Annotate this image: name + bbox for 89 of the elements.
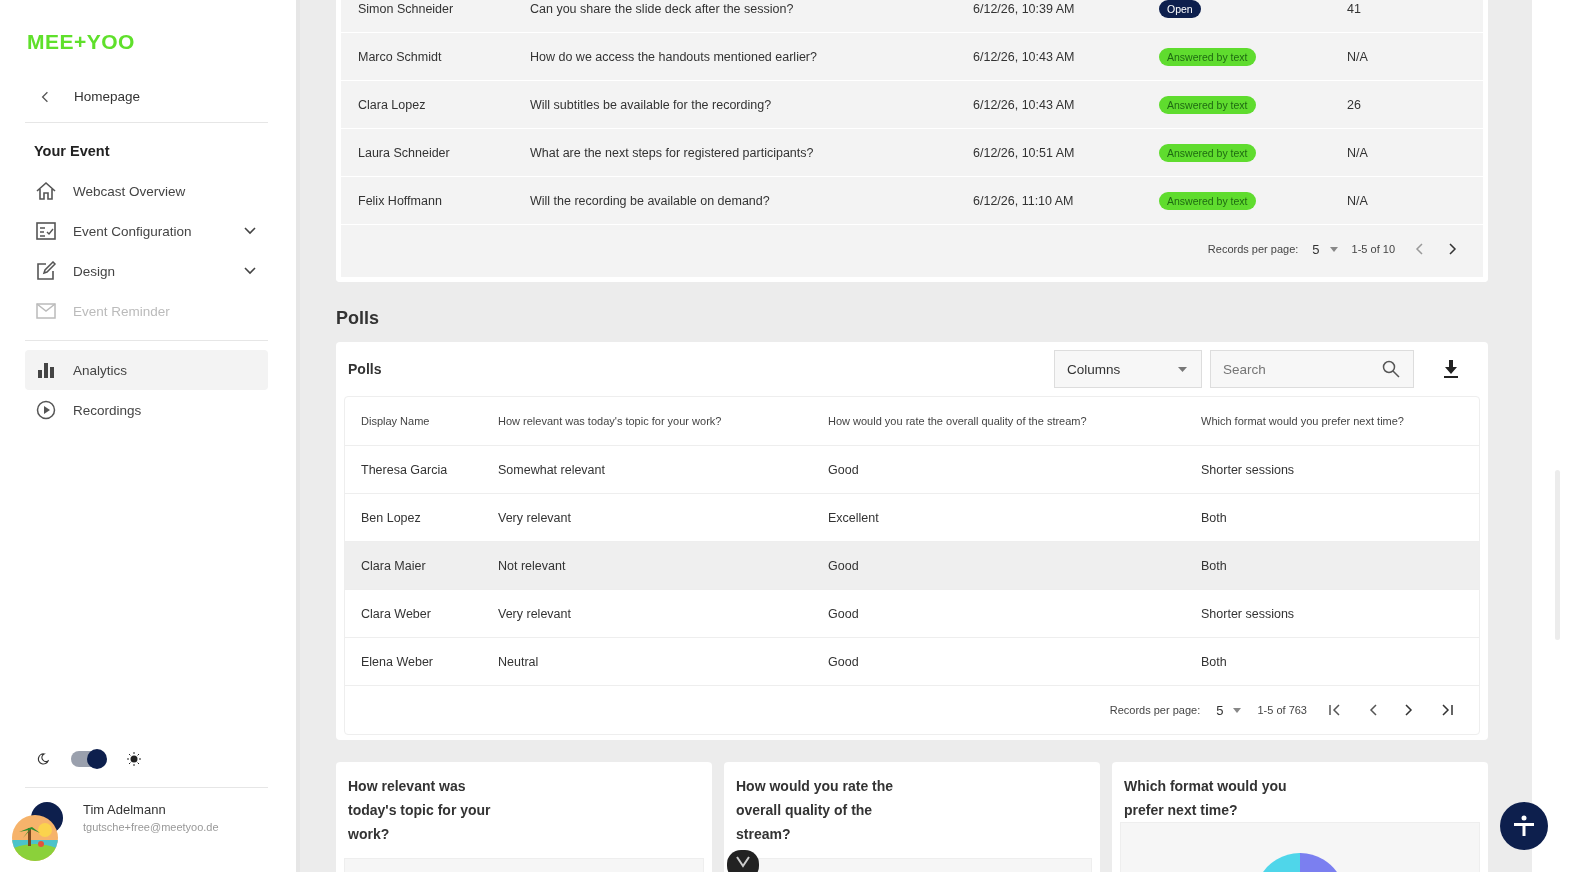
- table-cell-text: Elena Weber: [361, 654, 435, 669]
- table-cell-text: Somewhat relevant: [498, 462, 606, 477]
- table-cell-text: Clara Weber: [361, 606, 432, 621]
- bar-chart-icon: [35, 362, 57, 378]
- table-cell-text: Ben Lopez: [361, 510, 422, 525]
- table-cell-text: Shorter sessions: [1201, 462, 1296, 477]
- house-icon: [35, 181, 57, 201]
- user-email: tgutsche+free@meetyoo.de: [83, 821, 219, 833]
- back-chevron-icon: [41, 90, 49, 103]
- caret-down-icon: [1233, 707, 1242, 713]
- column-header: Which format would you prefer next time?: [1201, 415, 1405, 427]
- table-cell-text: Will subtitles be available for the recording?: [530, 97, 773, 112]
- section-heading: Polls: [336, 308, 379, 329]
- download-icon[interactable]: [1444, 360, 1458, 378]
- table-cell-text: 6/12/26, 11:10 AM: [973, 193, 1075, 208]
- table-cell-text: Shorter sessions: [1201, 606, 1296, 621]
- envelope-icon: [35, 303, 57, 319]
- table-cell-text: Good: [828, 654, 860, 669]
- column-header: How relevant was today's topic for your work?: [498, 415, 723, 427]
- moon-icon: [37, 753, 49, 765]
- table-cell-text: 6/12/26, 10:43 AM: [973, 49, 1076, 64]
- table-cell-text: Very relevant: [498, 606, 572, 621]
- chevron-down-icon: [244, 267, 256, 275]
- table-cell-text: 6/12/26, 10:43 AM: [973, 97, 1076, 112]
- records-per-page-label: Records per page:: [1109, 704, 1201, 716]
- table-cell-text: Neutral: [498, 654, 540, 669]
- page-range: 1-5 of 763: [1257, 704, 1307, 716]
- chart-title: Which format would you prefer next time?: [1123, 777, 1288, 820]
- column-header: Display Name: [361, 415, 431, 427]
- section-title: Your Event: [34, 143, 110, 159]
- accessibility-button[interactable]: [1500, 802, 1548, 850]
- caret-down-icon: [1329, 246, 1338, 252]
- table-cell-text: Clara Lopez: [358, 97, 427, 112]
- column-header: How would you rate the overall quality of the stream?: [828, 415, 1088, 427]
- table-cell-text: Not relevant: [498, 558, 567, 573]
- table-cell-text: Theresa Garcia: [361, 462, 449, 477]
- user-name: Tim Adelmann: [83, 802, 167, 817]
- status-badge: Open: [1159, 0, 1201, 18]
- status-badge: Answered by text: [1159, 191, 1256, 210]
- nav-item[interactable]: Webcast Overview: [25, 171, 268, 211]
- table-cell-text: N/A: [1347, 193, 1369, 208]
- page-range: 1-5 of 10: [1351, 243, 1395, 255]
- table-cell-text: N/A: [1347, 145, 1369, 160]
- table-cell-text: Will the recording be available on demand?: [530, 193, 771, 208]
- table-cell-text: Good: [828, 462, 860, 477]
- checklist-icon: [35, 221, 57, 241]
- play-circle-icon: [35, 400, 57, 420]
- table-cell-text: Both: [1201, 654, 1228, 669]
- table-cell-text: Marco Schmidt: [358, 49, 443, 64]
- caret-down-icon: [1178, 366, 1187, 372]
- table-cell-text: Can you share the slide deck after the session?: [530, 1, 795, 16]
- table-cell-text: 6/12/26, 10:39 AM: [973, 1, 1076, 16]
- table-cell-text: What are the next steps for registered participants?: [530, 145, 815, 160]
- table-cell-text: Felix Hoffmann: [358, 193, 443, 208]
- table-cell-text: 26: [1347, 97, 1362, 112]
- per-page-dropdown[interactable]: 5: [1312, 241, 1338, 257]
- chart-title: How relevant was today's topic for your work?: [347, 777, 492, 844]
- table-cell-text: N/A: [1347, 49, 1369, 64]
- table-cell-text: Excellent: [828, 510, 880, 525]
- records-per-page-label: Records per page:: [1207, 243, 1299, 255]
- table-cell-text: 41: [1347, 1, 1362, 16]
- table-cell-text: Clara Maier: [361, 558, 427, 573]
- nav-item[interactable]: Design: [25, 251, 268, 291]
- card-title: Polls: [347, 361, 383, 377]
- search-field[interactable]: Search: [1210, 350, 1414, 388]
- nav-item[interactable]: Event Configuration: [25, 211, 268, 251]
- table-cell-text: Both: [1201, 558, 1228, 573]
- table-cell-text: Very relevant: [498, 510, 572, 525]
- table-cell-text: How do we access the handouts mentioned earlier?: [530, 49, 818, 64]
- status-badge: Answered by text: [1159, 143, 1256, 162]
- table-cell-text: Simon Schneider: [358, 1, 455, 16]
- table-cell-text: Good: [828, 558, 860, 573]
- table-cell-text: Both: [1201, 510, 1228, 525]
- chevron-down-icon: [244, 227, 256, 235]
- table-cell-text: 6/12/26, 10:51 AM: [973, 145, 1076, 160]
- per-page-dropdown[interactable]: 5: [1216, 702, 1242, 718]
- sun-icon: [127, 752, 141, 766]
- status-badge: Answered by text: [1159, 95, 1256, 114]
- theme-toggle[interactable]: [71, 751, 105, 767]
- search-icon[interactable]: [1382, 360, 1400, 378]
- table-cell-text: Laura Schneider: [358, 145, 451, 160]
- columns-dropdown[interactable]: Columns: [1054, 350, 1202, 388]
- nav-item[interactable]: Analytics: [25, 350, 268, 390]
- chart-title: How would you rate the overall quality of the stream?: [735, 777, 895, 844]
- status-badge: Answered by text: [1159, 47, 1256, 66]
- table-cell-text: Good: [828, 606, 860, 621]
- homepage-link[interactable]: Homepage: [25, 89, 157, 104]
- edit-icon: [35, 261, 57, 281]
- nav-item[interactable]: Recordings: [25, 390, 268, 430]
